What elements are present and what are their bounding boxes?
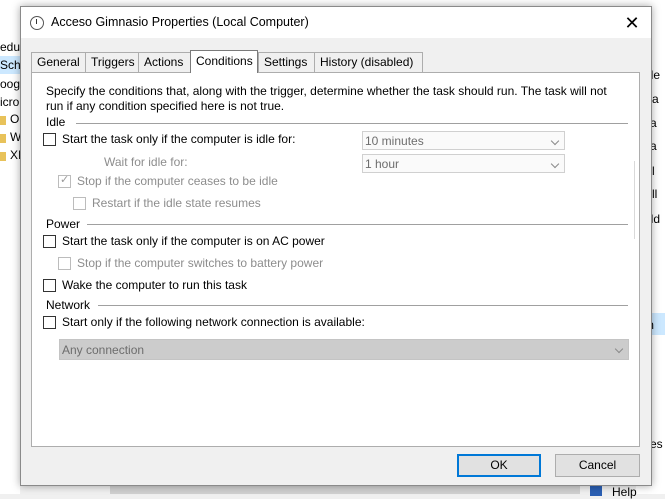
start-if-idle-label[interactable]: Start the task only if the computer is i…: [62, 132, 295, 146]
wait-for-idle-label: Wait for idle for:: [104, 155, 188, 169]
wait-for-idle-value: 1 hour: [365, 157, 400, 171]
idle-section-divider: [76, 123, 628, 124]
idle-duration-combobox[interactable]: 10 minutes: [362, 131, 565, 150]
tab-conditions[interactable]: Conditions: [190, 50, 258, 73]
ac-power-label[interactable]: Start the task only if the computer is o…: [62, 234, 325, 248]
network-connection-value: Any connection: [62, 343, 145, 357]
chevron-down-icon: [551, 132, 560, 151]
folder-icon: [0, 152, 6, 161]
idle-duration-value: 10 minutes: [365, 134, 424, 148]
close-button[interactable]: ✕: [617, 11, 647, 35]
power-section-header: Power: [46, 217, 81, 231]
chevron-down-icon: [615, 340, 624, 359]
power-section-divider: [87, 224, 628, 225]
stop-if-ceases-idle-label[interactable]: Stop if the computer ceases to be idle: [77, 174, 278, 188]
tab-history[interactable]: History (disabled): [314, 52, 423, 72]
network-connection-checkbox[interactable]: [43, 316, 56, 329]
restart-if-idle-resumes-label[interactable]: Restart if the idle state resumes: [92, 196, 261, 210]
network-section-divider: [98, 305, 628, 306]
background-tree-pane: [0, 0, 20, 494]
network-section-header: Network: [46, 298, 91, 312]
folder-icon: [0, 134, 6, 143]
stop-if-ceases-idle-checkbox[interactable]: [58, 173, 71, 188]
folder-icon: [0, 116, 6, 125]
task-properties-dialog: Acceso Gimnasio Properties (Local Comput…: [20, 6, 652, 486]
background-help-item[interactable]: Help: [612, 485, 637, 499]
chevron-down-icon: [551, 155, 560, 174]
start-if-idle-checkbox[interactable]: [43, 133, 56, 146]
wake-computer-label[interactable]: Wake the computer to run this task: [62, 278, 247, 292]
battery-power-label[interactable]: Stop if the computer switches to battery…: [77, 256, 323, 270]
background-scrollbar[interactable]: [110, 486, 580, 494]
wait-for-idle-combobox[interactable]: 1 hour: [362, 154, 565, 173]
network-connection-label[interactable]: Start only if the following network conn…: [62, 315, 365, 329]
background-tree-item[interactable]: icro: [0, 95, 19, 109]
dialog-titlebar[interactable]: Acceso Gimnasio Properties (Local Comput…: [21, 7, 651, 38]
restart-if-idle-resumes-checkbox[interactable]: [73, 197, 86, 210]
tab-triggers[interactable]: Triggers: [85, 52, 141, 72]
idle-section-header: Idle: [46, 115, 66, 129]
tab-actions[interactable]: Actions: [138, 52, 192, 72]
panel-separator: [634, 161, 635, 239]
dialog-title: Acceso Gimnasio Properties (Local Comput…: [51, 15, 309, 29]
ok-button[interactable]: OK: [457, 454, 541, 477]
help-icon: [590, 486, 602, 496]
background-tree-item[interactable]: O: [10, 112, 19, 126]
tab-settings[interactable]: Settings: [258, 52, 316, 72]
ac-power-checkbox[interactable]: [43, 235, 56, 248]
conditions-panel: Specify the conditions that, along with …: [31, 72, 640, 447]
conditions-description: Specify the conditions that, along with …: [46, 84, 607, 113]
battery-power-checkbox[interactable]: [58, 257, 71, 270]
task-scheduler-clock-icon: [30, 16, 44, 30]
cancel-button[interactable]: Cancel: [555, 454, 640, 477]
tab-general[interactable]: General: [31, 52, 87, 72]
network-connection-combobox[interactable]: Any connection: [59, 339, 629, 360]
wake-computer-checkbox[interactable]: [43, 279, 56, 292]
background-tree-item[interactable]: oog: [0, 77, 20, 91]
